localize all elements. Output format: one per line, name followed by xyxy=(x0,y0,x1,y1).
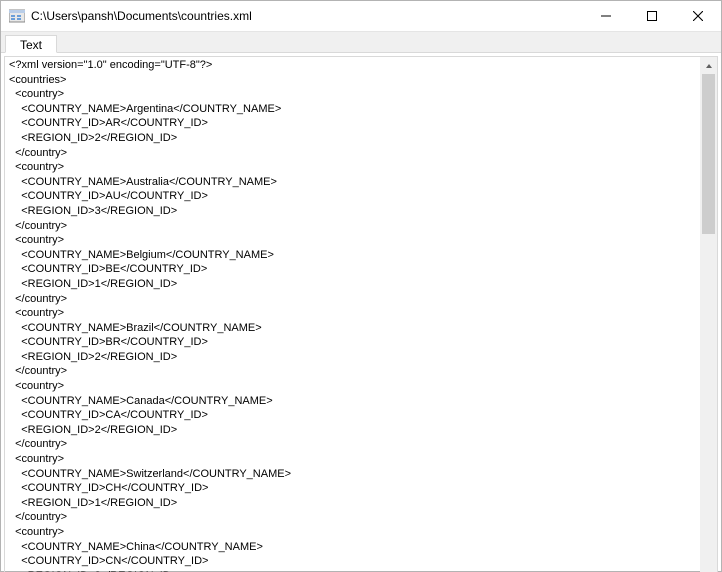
vertical-scroll-thumb[interactable] xyxy=(702,74,715,234)
xml-text-view[interactable]: <?xml version="1.0" encoding="UTF-8"?> <… xyxy=(5,57,717,572)
minimize-button[interactable] xyxy=(583,1,629,31)
vertical-scroll-track[interactable] xyxy=(700,74,717,572)
text-panel: <?xml version="1.0" encoding="UTF-8"?> <… xyxy=(4,56,718,572)
scroll-up-button[interactable] xyxy=(700,57,717,74)
app-window: C:\Users\pansh\Documents\countries.xml T… xyxy=(0,0,722,572)
close-button[interactable] xyxy=(675,1,721,31)
maximize-button[interactable] xyxy=(629,1,675,31)
app-icon xyxy=(9,8,25,24)
tabstrip: Text xyxy=(1,32,721,53)
window-title: C:\Users\pansh\Documents\countries.xml xyxy=(31,9,583,23)
tab-text[interactable]: Text xyxy=(5,35,57,53)
titlebar[interactable]: C:\Users\pansh\Documents\countries.xml xyxy=(1,1,721,32)
window-controls xyxy=(583,1,721,31)
tab-text-label: Text xyxy=(20,38,42,52)
content-area: <?xml version="1.0" encoding="UTF-8"?> <… xyxy=(1,53,721,572)
vertical-scrollbar[interactable] xyxy=(700,57,717,572)
